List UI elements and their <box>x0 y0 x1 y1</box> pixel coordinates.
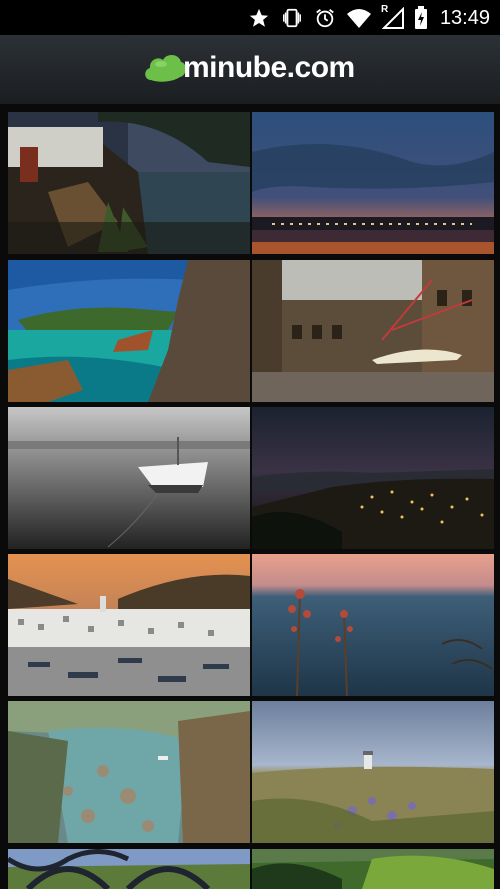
brand-logo[interactable]: minube.com <box>143 50 355 86</box>
photo-tile[interactable] <box>252 849 494 889</box>
photo-tile[interactable] <box>8 849 250 889</box>
vibrate-icon <box>282 8 301 28</box>
status-icons: R 13:49 <box>248 4 490 30</box>
photo-tile[interactable] <box>8 260 250 402</box>
app-bar: minube.com <box>0 35 500 104</box>
photo-tile[interactable] <box>252 112 494 254</box>
brand-name: minube.com <box>183 51 355 84</box>
photo-tile[interactable] <box>252 407 494 549</box>
photo-tile[interactable] <box>8 112 250 254</box>
status-bar: R 13:49 <box>0 0 500 35</box>
alarm-icon <box>316 9 334 28</box>
photo-tile[interactable] <box>8 701 250 843</box>
photo-tile[interactable] <box>252 701 494 843</box>
photo-tile[interactable] <box>252 260 494 402</box>
wifi-icon <box>346 9 371 28</box>
photo-tile[interactable] <box>8 407 250 549</box>
status-time: 13:49 <box>439 6 490 29</box>
battery-charging-icon <box>414 6 427 29</box>
star-icon <box>249 8 269 27</box>
photo-tile[interactable] <box>252 554 494 696</box>
roaming-label: R <box>380 4 389 15</box>
cloud-logo-icon <box>145 54 186 82</box>
photo-tile[interactable] <box>8 554 250 696</box>
signal-roaming-icon: R <box>380 4 404 29</box>
photo-grid <box>0 104 500 889</box>
